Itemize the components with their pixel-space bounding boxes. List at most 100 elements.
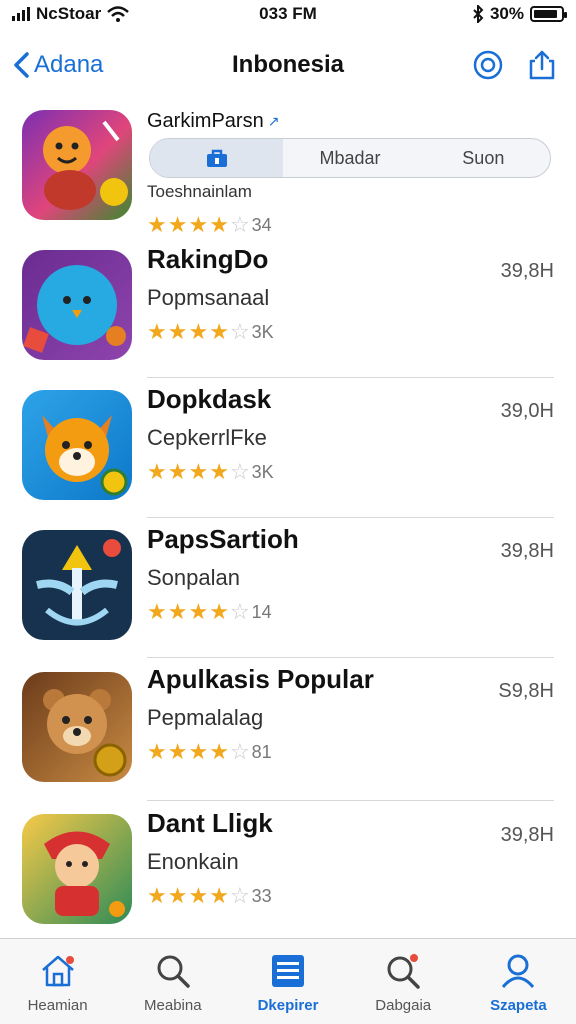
rating: ★ ★ ★ ★ ☆ 3K [147,461,556,483]
rating: ★ ★ ★ ★ ☆ 14 [147,601,556,623]
tab-profile[interactable]: Szapeta [461,939,576,1024]
star-filled-icon: ★ [209,599,229,624]
star-filled-icon: ★ [188,739,209,764]
bluetooth-icon [473,5,484,23]
chevron-icon: ↗ [267,113,280,129]
tab-discover[interactable]: Dabgaia [346,939,461,1024]
list-item[interactable]: PapsSartioh Sonpalan ★ ★ ★ ★ ☆ 14 39,8H [0,520,576,660]
trident-icon [36,539,121,626]
rating-count: 3K [251,461,274,482]
list-item[interactable]: Dopkdask CepkerrlFke ★ ★ ★ ★ ☆ 3K 39,0H [0,380,576,520]
star-filled-icon: ★ [147,599,167,624]
back-button[interactable]: Adana [12,51,103,79]
rating: ★ ★ ★ ★ ☆ 3K [147,321,556,343]
nav-actions [472,49,558,81]
list-item-featured[interactable]: GarkimParsn ↗ Mbadar Suon Toeshnainlam ★… [0,100,576,240]
tab-label: Dkepirer [257,997,319,1014]
star-rating: ★ ★ ★ ★ ☆ [147,214,250,236]
app-icon [22,814,132,924]
battery-icon [530,6,567,22]
segment-tab[interactable]: Mbadar [283,139,416,177]
star-filled-icon: ★ [209,212,229,237]
app-subtitle: CepkerrlFke [147,425,267,450]
star-filled-icon: ★ [209,739,229,764]
rating-count: 34 [251,214,272,235]
app-icon [22,530,132,640]
featured-name-row: GarkimParsn ↗ [147,110,279,133]
rating: ★ ★ ★ ★ ☆ 81 [147,741,556,763]
tab-search[interactable]: Meabina [115,939,230,1024]
app-name: Dopkdask [147,384,272,414]
star-empty-icon: ☆ [229,883,250,908]
wifi-icon [107,6,130,22]
battery-level [534,10,558,18]
star-filled-icon: ★ [209,319,229,344]
rating-count: 14 [251,601,272,622]
app-icon [22,672,132,782]
rating-count: 3K [251,321,274,342]
app-subtitle: Sonpalan [147,565,240,590]
rating: ★ ★ ★ ★ ☆ 33 [147,885,556,907]
star-filled-icon: ★ [147,883,167,908]
info-button[interactable] [472,49,504,81]
star-filled-icon: ★ [167,212,188,237]
segment-icon-tab[interactable] [150,139,284,177]
star-filled-icon: ★ [147,212,167,237]
tab-label: Dabgaia [375,997,432,1014]
status-time: 033 FM [259,4,317,23]
list-item[interactable]: Apulkasis Popular Pepmalalag ★ ★ ★ ★ ☆ 81 S9… [0,660,576,801]
app-size: S9,8H [498,680,554,702]
app-name: Dant Lligk [147,808,273,838]
rating-count: 33 [251,885,272,906]
app-subtitle: Toeshnainlam [147,182,252,201]
chevron-left-icon [14,52,29,78]
divider [147,517,554,518]
tab-list[interactable]: Dkepirer [230,939,345,1024]
star-filled-icon: ★ [209,883,229,908]
tab-bar: Heamian Meabina Dkepirer Dabgaia Szapeta [0,938,576,1024]
hero-icon [44,831,125,917]
star-filled-icon: ★ [188,319,209,344]
circle-icon [473,50,503,80]
star-filled-icon: ★ [167,883,188,908]
divider [147,800,554,801]
tab-label: Szapeta [490,997,547,1014]
fox-icon [42,415,128,496]
app-size: 39,8H [500,540,554,562]
star-filled-icon: ★ [147,739,167,764]
tab-label: Heamian [27,997,88,1014]
list-item[interactable]: RakingDo Popmsanaal ★ ★ ★ ★ ☆ 3K 39,8H [0,240,576,380]
star-empty-icon: ☆ [229,739,250,764]
share-icon [529,50,555,80]
list-icon [268,951,308,991]
navigation-bar: Adana Inbonesia [0,40,576,90]
star-filled-icon: ★ [188,212,209,237]
bird-icon [23,265,126,353]
app-subtitle: Pepmalalag [147,705,264,730]
app-info: Dopkdask CepkerrlFke ★ ★ ★ ★ ☆ 3K [147,384,556,483]
app-name: Apulkasis Popular [147,664,374,694]
character-icon [43,120,128,210]
divider [147,657,554,658]
rating-count: 81 [251,741,272,762]
segment-tab[interactable]: Suon [417,139,550,177]
star-empty-icon: ☆ [229,319,250,344]
bag-icon [206,149,227,167]
list-item[interactable]: Dant Lligk Enonkain ★ ★ ★ ★ ☆ 33 39,8H [0,804,576,944]
star-filled-icon: ★ [167,319,188,344]
status-left: NcStoar [12,4,212,24]
rating: ★ ★ ★ ★ ☆ 34 [147,214,272,236]
app-info: Apulkasis Popular Pepmalalag ★ ★ ★ ★ ☆ 81 [147,664,556,763]
tab-home[interactable]: Heamian [0,939,115,1024]
star-empty-icon: ☆ [229,599,250,624]
back-label: Adana [34,51,104,78]
share-button[interactable] [526,49,558,81]
star-filled-icon: ★ [188,599,209,624]
star-rating: ★ ★ ★ ★ ☆ [147,885,250,907]
app-icon [22,110,132,220]
app-size: 39,8H [500,824,554,846]
person-icon [498,951,538,991]
star-filled-icon: ★ [188,459,209,484]
star-filled-icon: ★ [147,459,167,484]
status-bar: NcStoar 033 FM 30% [0,0,576,28]
